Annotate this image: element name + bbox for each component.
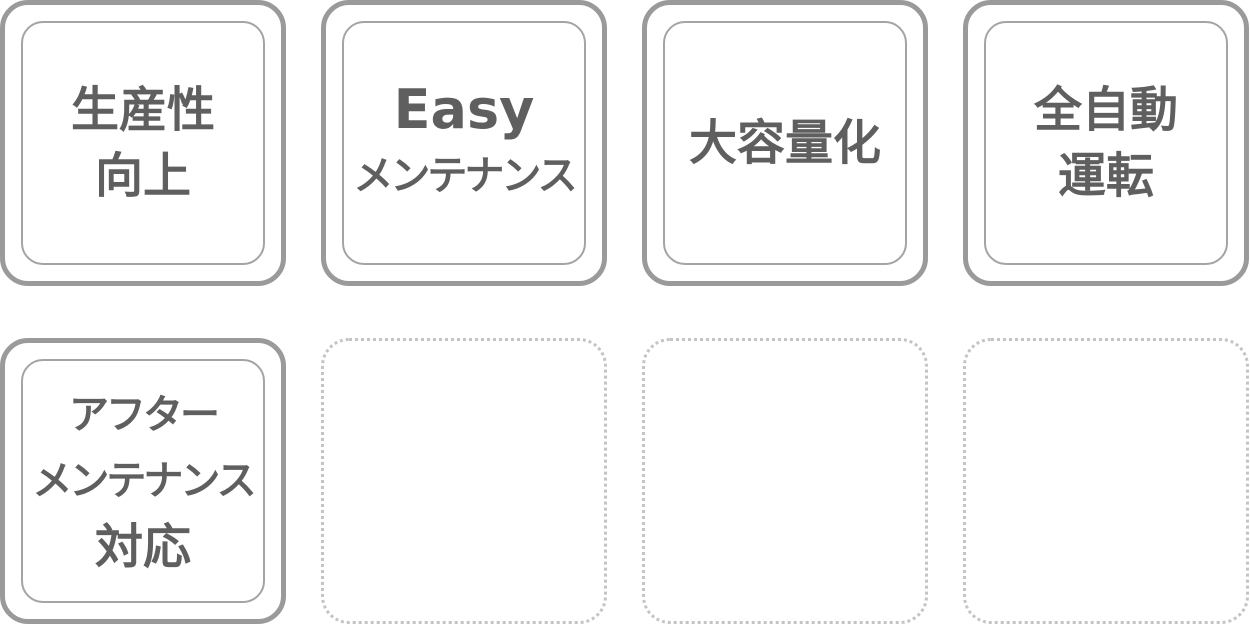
feature-tile-grid: 生産性 向上 Easy メンテナンス 大容量化 全自動 運転 アフター メンテナ…: [0, 0, 1250, 626]
feature-tile-full-auto: 全自動 運転: [963, 0, 1249, 286]
feature-label-line: 向上: [94, 148, 191, 204]
empty-tile-placeholder: [642, 338, 928, 624]
feature-tile-easy-maintenance: Easy メンテナンス: [321, 0, 607, 286]
empty-tile-placeholder: [963, 338, 1249, 624]
empty-tile-placeholder: [321, 338, 607, 624]
feature-label-line: 生産性: [70, 82, 215, 138]
feature-label-line: メンテナンス: [32, 458, 256, 504]
feature-label-line: 運転: [1057, 148, 1154, 204]
feature-label-line: メンテナンス: [353, 153, 577, 199]
feature-tile-inner: 全自動 運転: [984, 21, 1228, 265]
feature-label-line: アフター: [69, 392, 220, 438]
feature-tile-inner: 生産性 向上: [21, 21, 265, 265]
feature-tile-large-capacity: 大容量化: [642, 0, 928, 286]
feature-label-line: 全自動: [1033, 82, 1178, 138]
feature-tile-inner: Easy メンテナンス: [342, 21, 586, 265]
feature-tile-after-maintenance: アフター メンテナンス 対応: [0, 338, 286, 624]
feature-label-line: 大容量化: [688, 115, 881, 171]
feature-tile-inner: アフター メンテナンス 対応: [21, 359, 265, 603]
feature-label-line: 対応: [94, 519, 191, 575]
feature-tile-inner: 大容量化: [663, 21, 907, 265]
feature-label-line: Easy: [393, 78, 535, 141]
feature-tile-productivity: 生産性 向上: [0, 0, 286, 286]
